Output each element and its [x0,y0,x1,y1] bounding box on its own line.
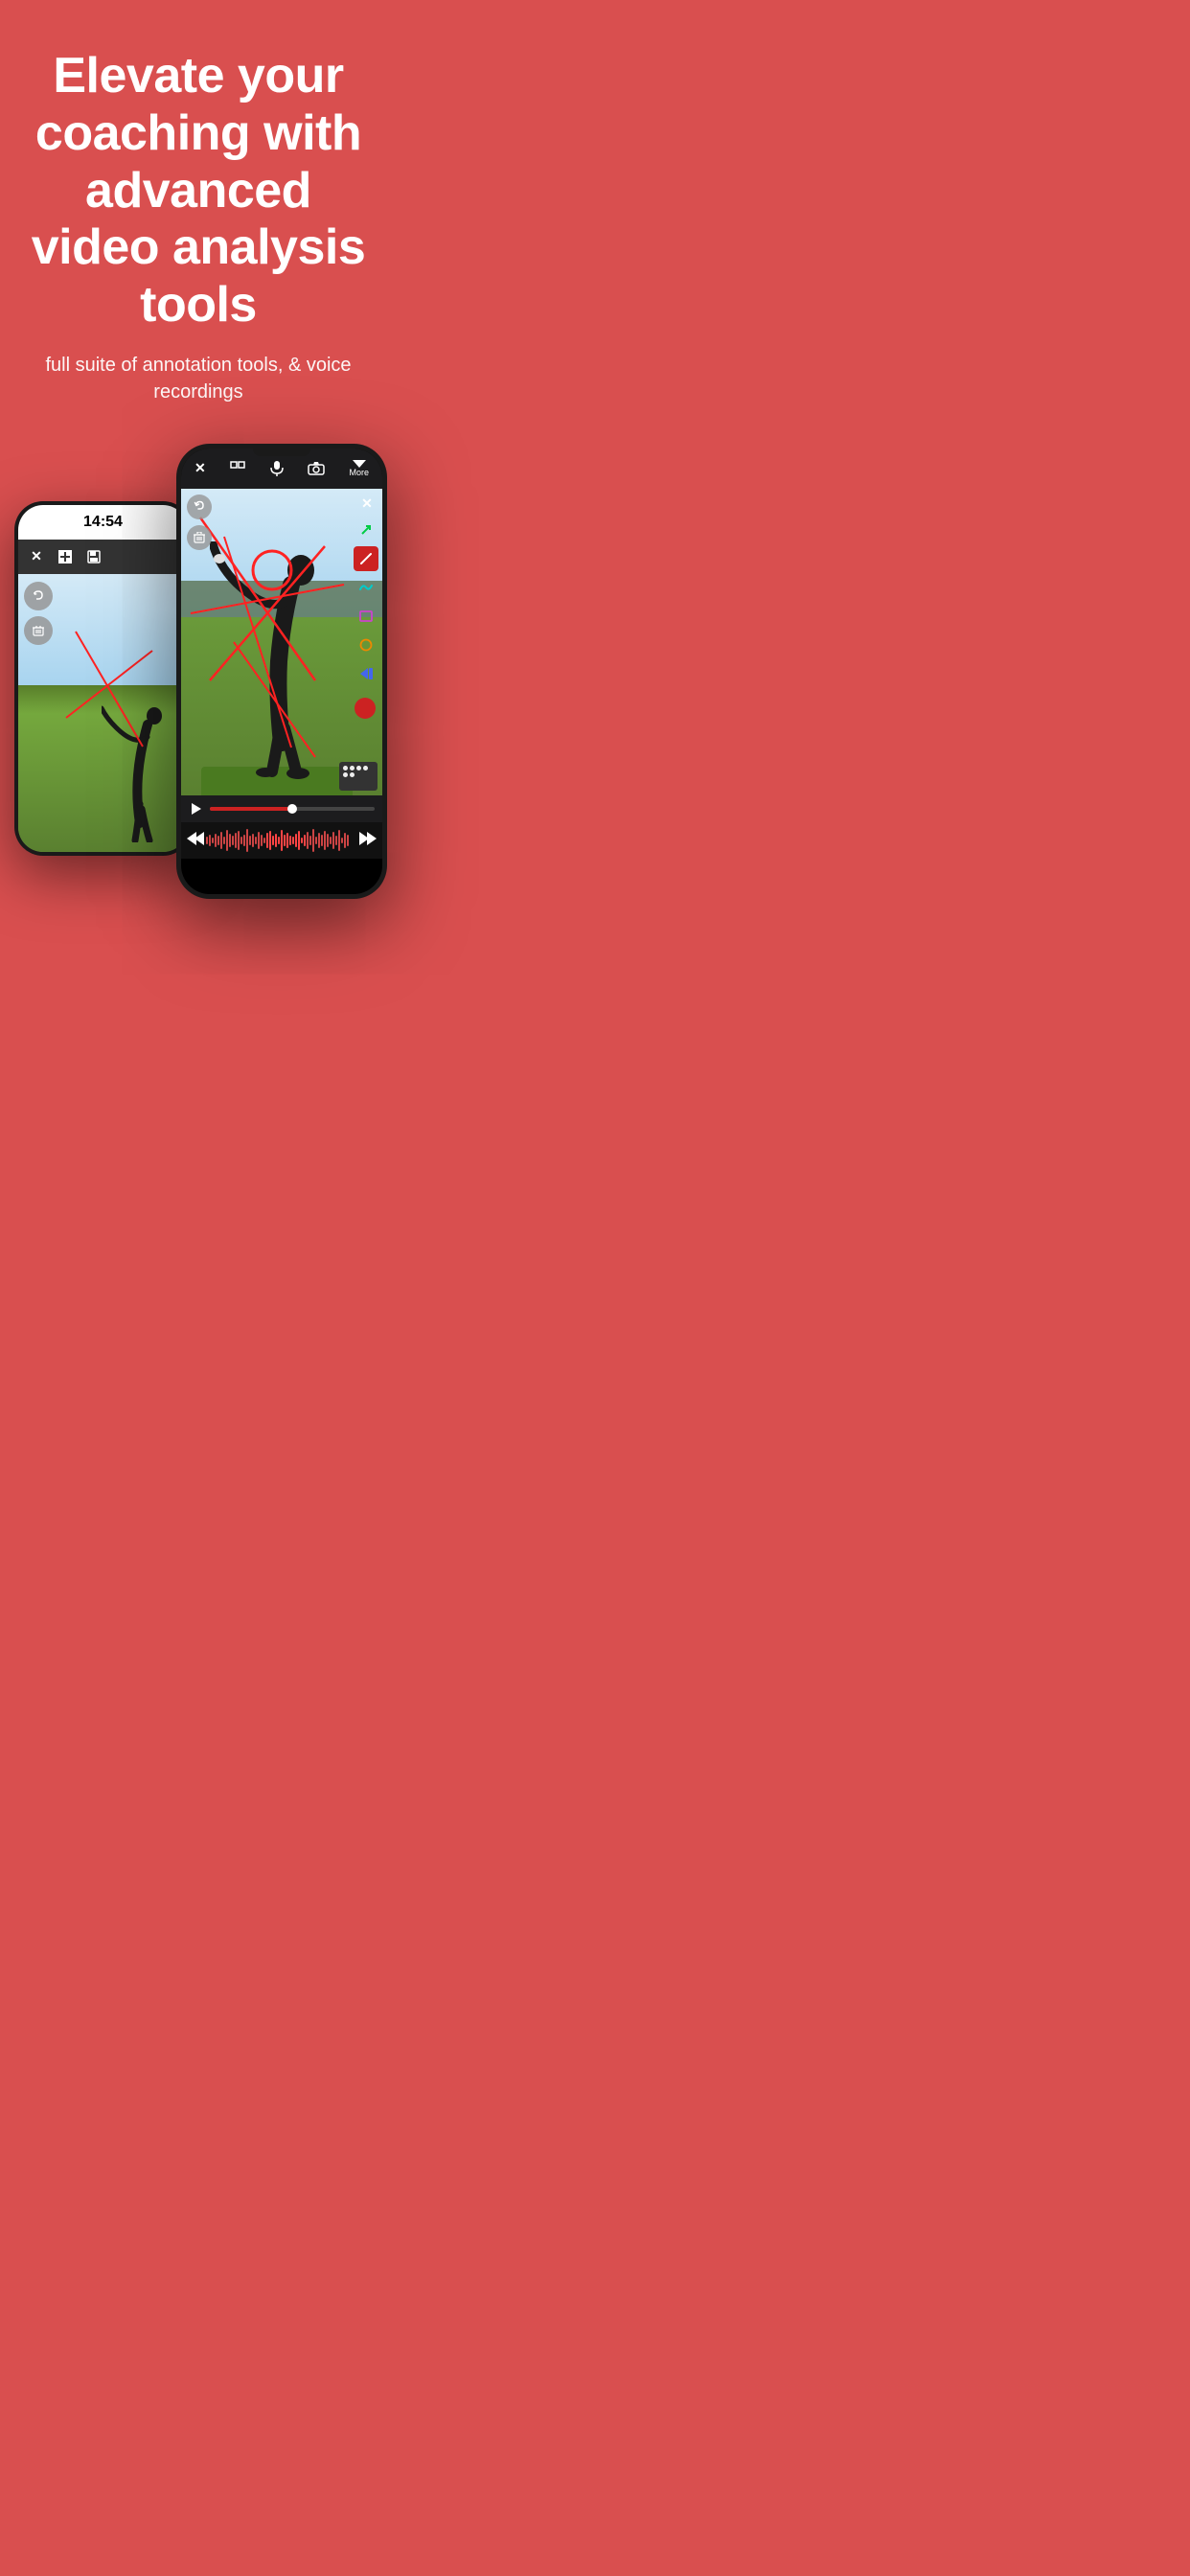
pen-tool-btn[interactable] [354,546,378,571]
waveform-bar [312,829,314,852]
hero-title: Elevate your coaching with advanced vide… [29,48,368,334]
skip-forward-btn[interactable] [359,832,377,848]
waveform-bar [240,837,242,844]
more-label: More [349,468,369,477]
waveform-bar [223,837,225,844]
waveform-bar [284,835,286,846]
phone-notch [253,448,310,456]
waveform-bar [307,832,309,849]
waveform-bar [301,838,303,843]
front-golfer-silhouette [210,541,358,781]
hero-text-block: Elevate your coaching with advanced vide… [0,0,397,425]
back-save-icon[interactable] [85,548,103,565]
waveform-bar [321,835,323,846]
waveform-bar [341,838,343,843]
waveform-bar [298,831,300,850]
back-phone-screen: 14:54 ✕ [18,505,188,852]
waveform-bar [246,829,248,852]
arrow-tool-btn[interactable] [354,518,378,542]
waveform-bar [217,836,219,845]
video-close-icon[interactable]: ✕ [357,494,377,514]
front-video-area: ✕ [181,489,382,795]
back-annotations [18,574,188,852]
waveform-bar [281,830,283,851]
waveform-bar [243,835,245,846]
scrubber-fill [210,807,292,811]
waveform-bar [344,833,346,848]
waveform-bar [215,834,217,847]
waveform-bar [327,834,329,847]
skip-back-btn[interactable] [187,832,204,848]
back-time: 14:54 [83,514,123,531]
circle-tool-btn[interactable] [354,632,378,657]
waveform-bar [338,830,340,851]
waveform-bar [212,838,214,843]
waveform-bar [226,830,228,851]
waveform-bar [261,835,263,846]
hero-section: Elevate your coaching with advanced vide… [0,0,397,425]
waveform-bar [252,834,254,847]
back-phone: 14:54 ✕ [14,501,192,856]
waveform-bar [235,833,237,848]
hero-subtitle: full suite of annotation tools, & voice … [29,352,368,405]
waveform-bar [209,835,211,846]
waveform-bar [324,831,326,850]
waveform-bar [275,834,277,847]
waveform-bar [238,831,240,850]
right-tool-panel [354,518,378,686]
waveform-bar [309,836,311,845]
record-btn[interactable] [355,698,376,719]
waveform-bar [249,836,251,845]
waveform-bar [318,833,320,848]
front-camera-icon[interactable] [308,461,325,475]
waveform-bar [347,835,349,846]
scrubber-thumb [287,804,297,814]
waveform-bar [330,837,332,844]
waveform-bar [206,837,208,844]
scrubber-track[interactable] [210,807,375,811]
front-phone: ✕ [176,444,387,899]
front-grid-icon[interactable] [230,461,245,476]
rect-tool-btn[interactable] [354,604,378,629]
front-phone-screen: ✕ [181,448,382,894]
back-toolbar: ✕ [18,540,188,574]
waveform-bar [272,836,274,845]
waveform-bar [263,838,265,843]
back-close-icon[interactable]: ✕ [28,548,45,565]
waveform-bar [232,836,234,845]
fill-tool-btn[interactable] [354,661,378,686]
phones-display: 14:54 ✕ [0,444,397,1038]
back-statusbar: 14:54 [18,505,188,540]
waveform-bar [269,831,271,850]
waveform-bars [206,827,357,854]
waveform-area [181,822,382,859]
waveform-bar [220,832,222,849]
video-delete-btn[interactable] [187,525,212,550]
waveform-bar [315,837,317,844]
waveform-bar [258,832,260,849]
curve-tool-btn[interactable] [354,575,378,600]
front-close-icon[interactable]: ✕ [195,460,206,476]
waveform-bar [335,836,337,845]
waveform-bar [278,837,280,844]
waveform-bar [266,833,268,848]
waveform-bar [289,836,291,845]
front-more-btn[interactable]: More [349,460,369,477]
video-controls [181,795,382,822]
waveform-bar [295,834,297,847]
back-grid-icon[interactable] [57,548,74,565]
waveform-bar [255,837,257,844]
play-btn[interactable] [189,801,204,816]
front-mic-icon[interactable] [270,460,284,477]
waveform-bar [332,832,334,849]
waveform-bar [292,837,294,844]
waveform-bar [229,834,231,847]
waveform-bar [304,835,306,846]
video-undo-btn[interactable] [187,494,212,519]
waveform-bar [286,833,288,848]
back-video-content [18,574,188,852]
